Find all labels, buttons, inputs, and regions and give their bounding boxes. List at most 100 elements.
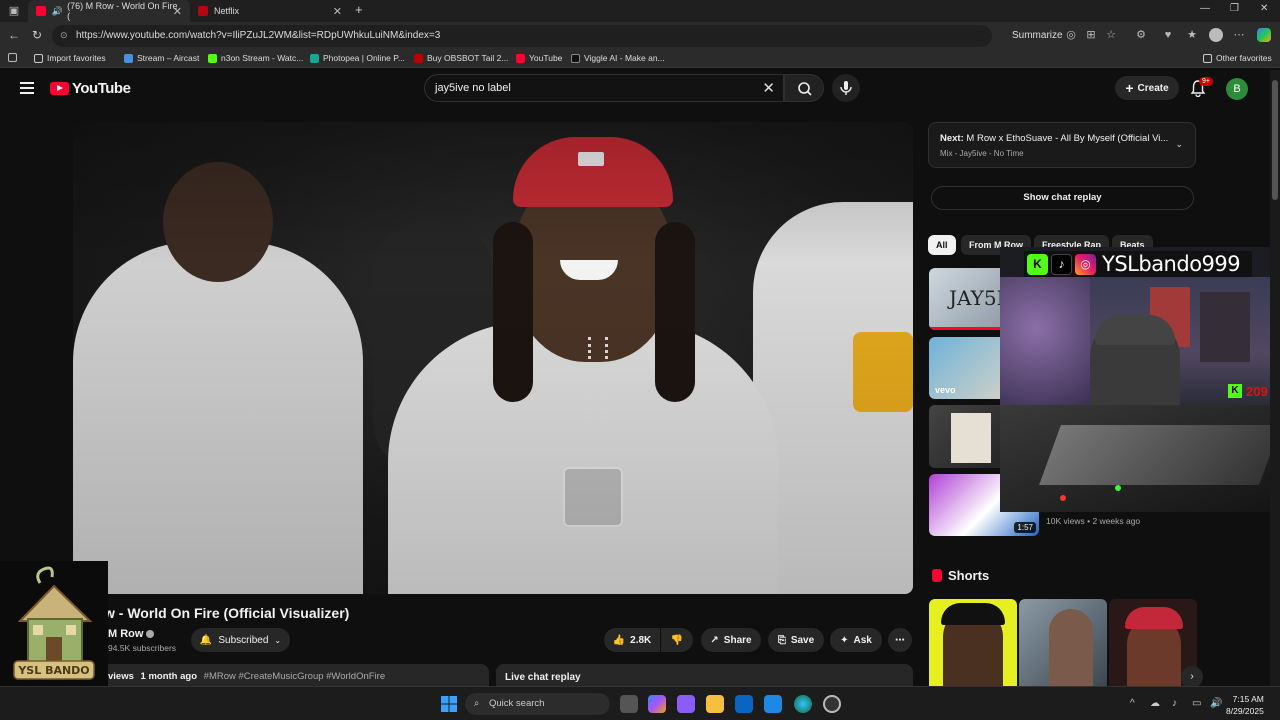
summarize-button[interactable]: Summarize [1012,30,1063,41]
subscribed-button[interactable]: 🔔 Subscribed ⌄ [191,628,290,652]
tab-actions-icon[interactable]: ▣ [8,5,20,17]
app-icon[interactable]: ⊞ [1085,29,1097,41]
desc-tags[interactable]: #MRow #CreateMusicGroup #WorldOnFire [204,671,385,682]
tab-netflix[interactable]: Netflix ✕ [190,0,350,22]
fav-import-favorites[interactable]: Import favorites [34,53,106,63]
video-player[interactable] [73,122,913,594]
audio-icon[interactable]: 🔊 [52,6,63,17]
task-view-icon[interactable] [620,695,638,713]
save-button[interactable]: ⎘ Save [768,628,824,652]
close-window-icon[interactable]: ✕ [1260,3,1268,14]
face [1049,609,1093,687]
fav-label: Stream – Aircast [137,53,200,63]
fav-photopea[interactable]: Photopea | Online P... [310,53,405,63]
close-tab-icon[interactable]: ✕ [173,5,182,18]
next-title: Next: M Row x EthoSuave - All By Myself … [940,133,1168,144]
new-tab-icon[interactable]: + [355,2,363,17]
cloud-icon[interactable]: ☁ [1150,698,1160,709]
vevo-logo: vevo [935,385,956,395]
shorts-icon [932,569,942,582]
photopea-icon [310,53,319,63]
fav-label: Photopea | Online P... [323,53,405,63]
search-input[interactable]: jay5ive no label ✕ [424,74,784,102]
clear-search-icon[interactable]: ✕ [762,79,775,97]
folder-icon [34,53,43,63]
tray-overflow-icon[interactable]: ^ [1130,698,1135,709]
favorites-icon[interactable]: ★ [1186,29,1198,41]
obs-icon[interactable] [823,695,841,713]
dislike-button[interactable]: 👎 [661,628,693,652]
share-label: Share [723,634,752,646]
network-icon[interactable]: ▭ [1192,698,1201,709]
ask-button[interactable]: ✦ Ask [830,628,882,652]
profile-avatar[interactable] [1209,28,1223,42]
create-label: Create [1137,82,1169,94]
like-button[interactable]: 👍 2.8K [604,628,660,652]
chip-all[interactable]: All [928,235,956,255]
fav-obsbot[interactable]: Buy OBSBOT Tail 2... [414,53,508,63]
close-tab-icon[interactable]: ✕ [333,5,342,18]
fav-label: n3on Stream - Watc... [221,53,304,63]
voice-search-button[interactable] [832,74,860,102]
youtube-icon [516,53,525,63]
fav-youtube[interactable]: YouTube [516,53,562,63]
copilot-icon[interactable] [648,695,666,713]
scrollbar-thumb[interactable] [1272,80,1278,200]
more-menu-icon[interactable]: ⋯ [1233,29,1245,41]
tab-youtube[interactable]: 🔊 (76) M Row - World On Fire ( ✕ [28,0,190,22]
copilot-sidebar-icon[interactable] [1257,28,1271,42]
account-avatar[interactable]: B [1226,78,1248,100]
mic-icon[interactable]: ♪ [1172,698,1177,709]
restore-icon[interactable]: ❐ [1230,3,1239,14]
channel-name-text: M Row [108,628,144,640]
clock[interactable]: 7:15 AM 8/29/2025 [1226,693,1264,717]
kick-icon: K [1027,253,1048,275]
search-button[interactable] [784,74,824,102]
shorts-next-icon[interactable]: › [1181,666,1203,688]
sparkle-icon: ✦ [840,634,849,646]
notification-badge: 9+ [1199,77,1213,86]
volume-icon[interactable]: 🔊 [1210,698,1222,709]
video-vignette [73,122,913,594]
extensions-icon[interactable]: ⚙ [1135,29,1147,41]
file-explorer-icon[interactable] [706,695,724,713]
favorite-star-icon[interactable]: ☆ [1105,29,1117,41]
import-favorites-icon[interactable] [8,53,21,62]
bookmark-icon: ⎘ [777,634,786,646]
kick-icon [208,53,217,63]
fav-aircast[interactable]: Stream – Aircast [124,53,199,63]
chevron-down-icon[interactable]: ⌄ [1175,139,1183,150]
show-chat-replay-button[interactable]: Show chat replay [931,186,1194,210]
create-button[interactable]: + Create [1115,76,1179,100]
fav-label: Other favorites [1216,53,1272,63]
youtube-logo[interactable]: YouTube [50,80,131,97]
url-field[interactable]: ⊙ https://www.youtube.com/watch?v=IliPZu… [52,25,992,47]
share-button[interactable]: ↗ Share [701,628,761,652]
shorts-thumbnail[interactable] [929,599,1017,687]
fav-viggle[interactable]: Viggle AI - Make an... [571,53,665,63]
save-label: Save [790,634,815,646]
minimize-icon[interactable]: — [1200,3,1210,14]
more-actions-button[interactable]: ⋯ [888,628,912,652]
fav-other-favorites[interactable]: Other favorites [1203,53,1272,63]
start-button[interactable] [440,695,458,713]
menu-icon[interactable] [20,82,34,97]
fav-n3on[interactable]: n3on Stream - Watc... [208,53,303,63]
browser-essentials-icon[interactable]: ♥ [1162,29,1174,41]
streamer-logo-overlay: YSL BANDO [0,561,108,692]
edge-icon[interactable] [794,695,812,713]
page-scrollbar[interactable] [1270,70,1280,686]
shorts-thumbnail[interactable] [1019,599,1107,687]
taskbar-search-input[interactable]: ⌕ Quick search [465,693,610,715]
copilot-icon[interactable]: ◎ [1065,29,1077,41]
next-up-box[interactable]: Next: M Row x EthoSuave - All By Myself … [928,122,1196,168]
teams-icon[interactable] [677,695,695,713]
back-icon[interactable]: ← [8,28,20,42]
clock-time: 7:15 AM [1232,694,1264,704]
aircast-icon [124,53,133,63]
photos-icon[interactable] [764,695,782,713]
channel-name[interactable]: M Row [108,628,155,640]
site-info-icon[interactable]: ⊙ [60,30,68,41]
outlook-icon[interactable] [735,695,753,713]
refresh-icon[interactable]: ↻ [32,28,42,42]
